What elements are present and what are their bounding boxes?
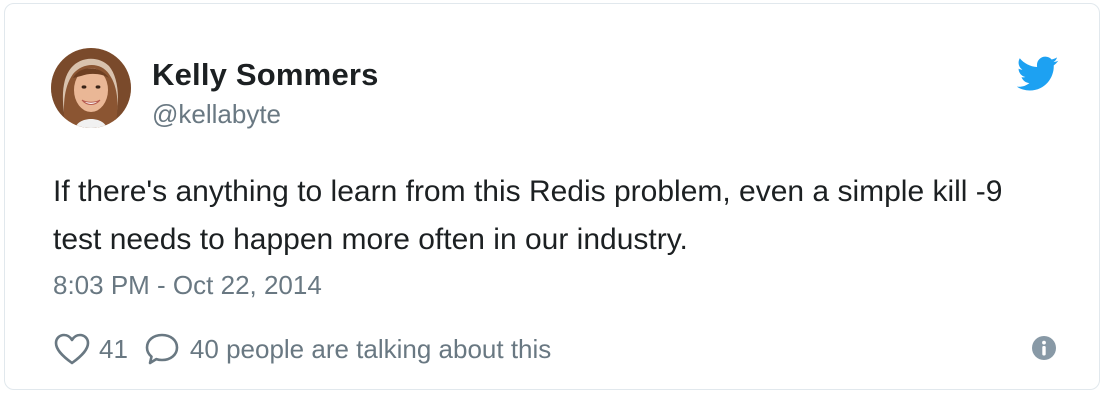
like-button[interactable]: 41 <box>53 332 128 366</box>
user-handle[interactable]: @kellabyte <box>152 99 281 130</box>
tweet-timestamp[interactable]: 8:03 PM - Oct 22, 2014 <box>53 270 322 301</box>
speech-bubble-icon <box>145 333 179 365</box>
avatar[interactable] <box>51 48 131 128</box>
info-icon[interactable] <box>1031 335 1057 361</box>
like-count: 41 <box>99 333 128 364</box>
reply-summary: 40 people are talking about this <box>189 333 552 364</box>
tweet-actions: 41 40 people are talking about this <box>53 330 551 368</box>
twitter-bird-icon[interactable] <box>1017 56 1059 92</box>
reply-button[interactable]: 40 people are talking about this <box>144 332 551 366</box>
profile-photo <box>51 48 131 128</box>
display-name[interactable]: Kelly Sommers <box>152 57 379 93</box>
heart-icon <box>54 333 90 365</box>
tweet-card: Kelly Sommers @kellabyte If there's anyt… <box>4 3 1100 390</box>
tweet-text: If there's anything to learn from this R… <box>53 175 1003 256</box>
